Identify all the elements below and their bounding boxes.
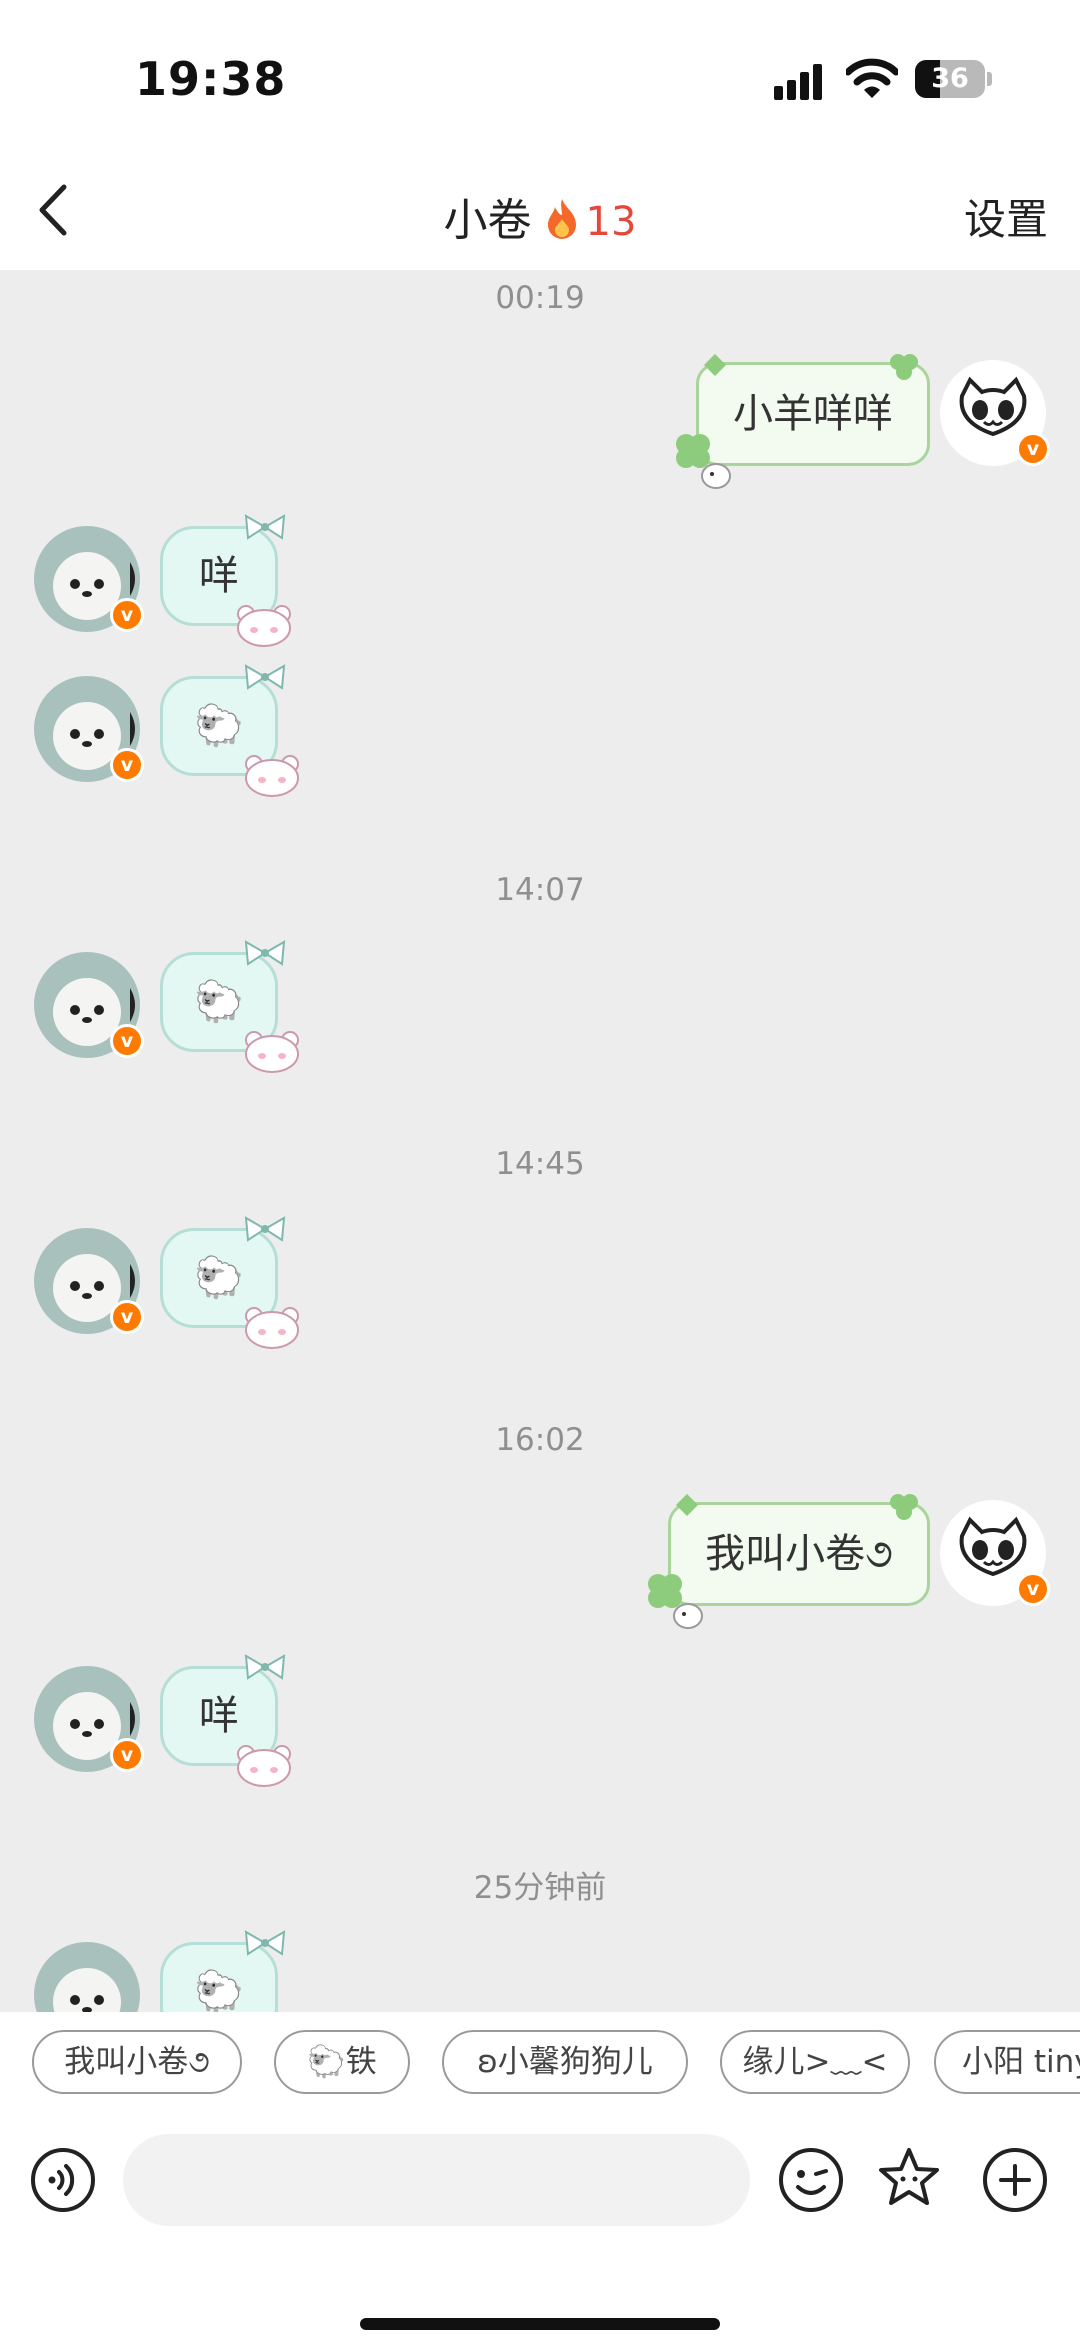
contact-avatar[interactable]: v bbox=[34, 676, 144, 782]
message-list[interactable]: 00:19 小羊咩咩 v v 咩 v 🐑 14:07 v 🐑 14:45 v 🐑… bbox=[0, 270, 1080, 2012]
wifi-icon bbox=[846, 58, 898, 98]
bow-icon bbox=[244, 1654, 286, 1680]
streak-count: 13 bbox=[585, 199, 637, 245]
fire-icon bbox=[547, 199, 576, 239]
timestamp: 14:45 bbox=[495, 1146, 585, 1182]
clover-leaf-icon bbox=[704, 354, 726, 376]
status-bar: 19:38 36 bbox=[0, 0, 1080, 150]
quick-reply-chip[interactable]: 🐑铁 bbox=[274, 2030, 410, 2094]
plus-icon[interactable] bbox=[982, 2147, 1048, 2213]
contact-avatar[interactable]: v bbox=[34, 526, 144, 632]
verified-badge: v bbox=[110, 1300, 144, 1334]
battery-percent: 36 bbox=[931, 63, 969, 94]
bow-icon bbox=[244, 1216, 286, 1242]
quick-reply-chip[interactable]: ʚ小馨狗狗儿 bbox=[442, 2030, 688, 2094]
verified-badge: v bbox=[110, 1738, 144, 1772]
bear-sticker-icon bbox=[245, 755, 299, 797]
timestamp: 14:07 bbox=[495, 872, 585, 908]
contact-avatar[interactable] bbox=[34, 1942, 140, 2012]
cellular-signal-icon bbox=[774, 60, 830, 100]
clover-sticker-icon bbox=[648, 1574, 703, 1629]
battery-icon: 36 bbox=[915, 60, 985, 98]
bow-icon bbox=[244, 664, 286, 690]
emoji-icon[interactable] bbox=[778, 2147, 844, 2213]
bear-sticker-icon bbox=[237, 605, 291, 647]
timestamp: 25分钟前 bbox=[473, 1870, 607, 1906]
bear-sticker-icon bbox=[237, 1745, 291, 1787]
clover-sticker-icon bbox=[676, 434, 731, 489]
battery-cap bbox=[987, 72, 992, 86]
chat-header: 小卷 13 设置 bbox=[0, 150, 1080, 270]
bear-sticker-icon bbox=[245, 1307, 299, 1349]
input-bar bbox=[0, 2112, 1080, 2342]
message-input[interactable] bbox=[123, 2134, 750, 2226]
star-sticker-icon[interactable] bbox=[876, 2145, 942, 2211]
verified-badge: v bbox=[110, 748, 144, 782]
contact-avatar[interactable]: v bbox=[34, 952, 144, 1058]
sheep-avatar-icon bbox=[34, 1942, 140, 2012]
contact-avatar[interactable]: v bbox=[34, 1228, 144, 1334]
verified-badge: v bbox=[110, 598, 144, 632]
quick-reply-chip[interactable]: 我叫小卷૭ bbox=[32, 2030, 242, 2094]
verified-badge: v bbox=[1016, 1572, 1050, 1606]
verified-badge: v bbox=[110, 1024, 144, 1058]
quick-reply-bar[interactable]: 我叫小卷૭ 🐑铁 ʚ小馨狗狗儿 缘儿>﹏< 小阳 tiny bbox=[0, 2012, 1080, 2112]
quick-reply-chip[interactable]: 小阳 tiny bbox=[934, 2030, 1080, 2094]
timestamp: 16:02 bbox=[495, 1422, 585, 1458]
voice-icon[interactable] bbox=[30, 2147, 96, 2213]
clover-sticker-icon bbox=[890, 354, 918, 380]
bow-icon bbox=[244, 940, 286, 966]
clover-leaf-icon bbox=[676, 1494, 698, 1516]
verified-badge: v bbox=[1016, 432, 1050, 466]
my-avatar[interactable]: v bbox=[940, 360, 1050, 466]
home-indicator bbox=[360, 2318, 720, 2330]
chat-title[interactable]: 小卷 bbox=[444, 195, 532, 246]
status-time: 19:38 bbox=[135, 52, 287, 106]
chat-title-group: 小卷 13 bbox=[0, 184, 1080, 248]
bow-icon bbox=[244, 514, 286, 540]
bear-sticker-icon bbox=[245, 1031, 299, 1073]
timestamp: 00:19 bbox=[495, 280, 585, 316]
contact-avatar[interactable]: v bbox=[34, 1666, 144, 1772]
clover-sticker-icon bbox=[890, 1494, 918, 1520]
quick-reply-chip[interactable]: 缘儿>﹏< bbox=[720, 2030, 910, 2094]
settings-button[interactable]: 设置 bbox=[964, 186, 1048, 247]
my-avatar[interactable]: v bbox=[940, 1500, 1050, 1606]
bow-icon bbox=[244, 1930, 286, 1956]
